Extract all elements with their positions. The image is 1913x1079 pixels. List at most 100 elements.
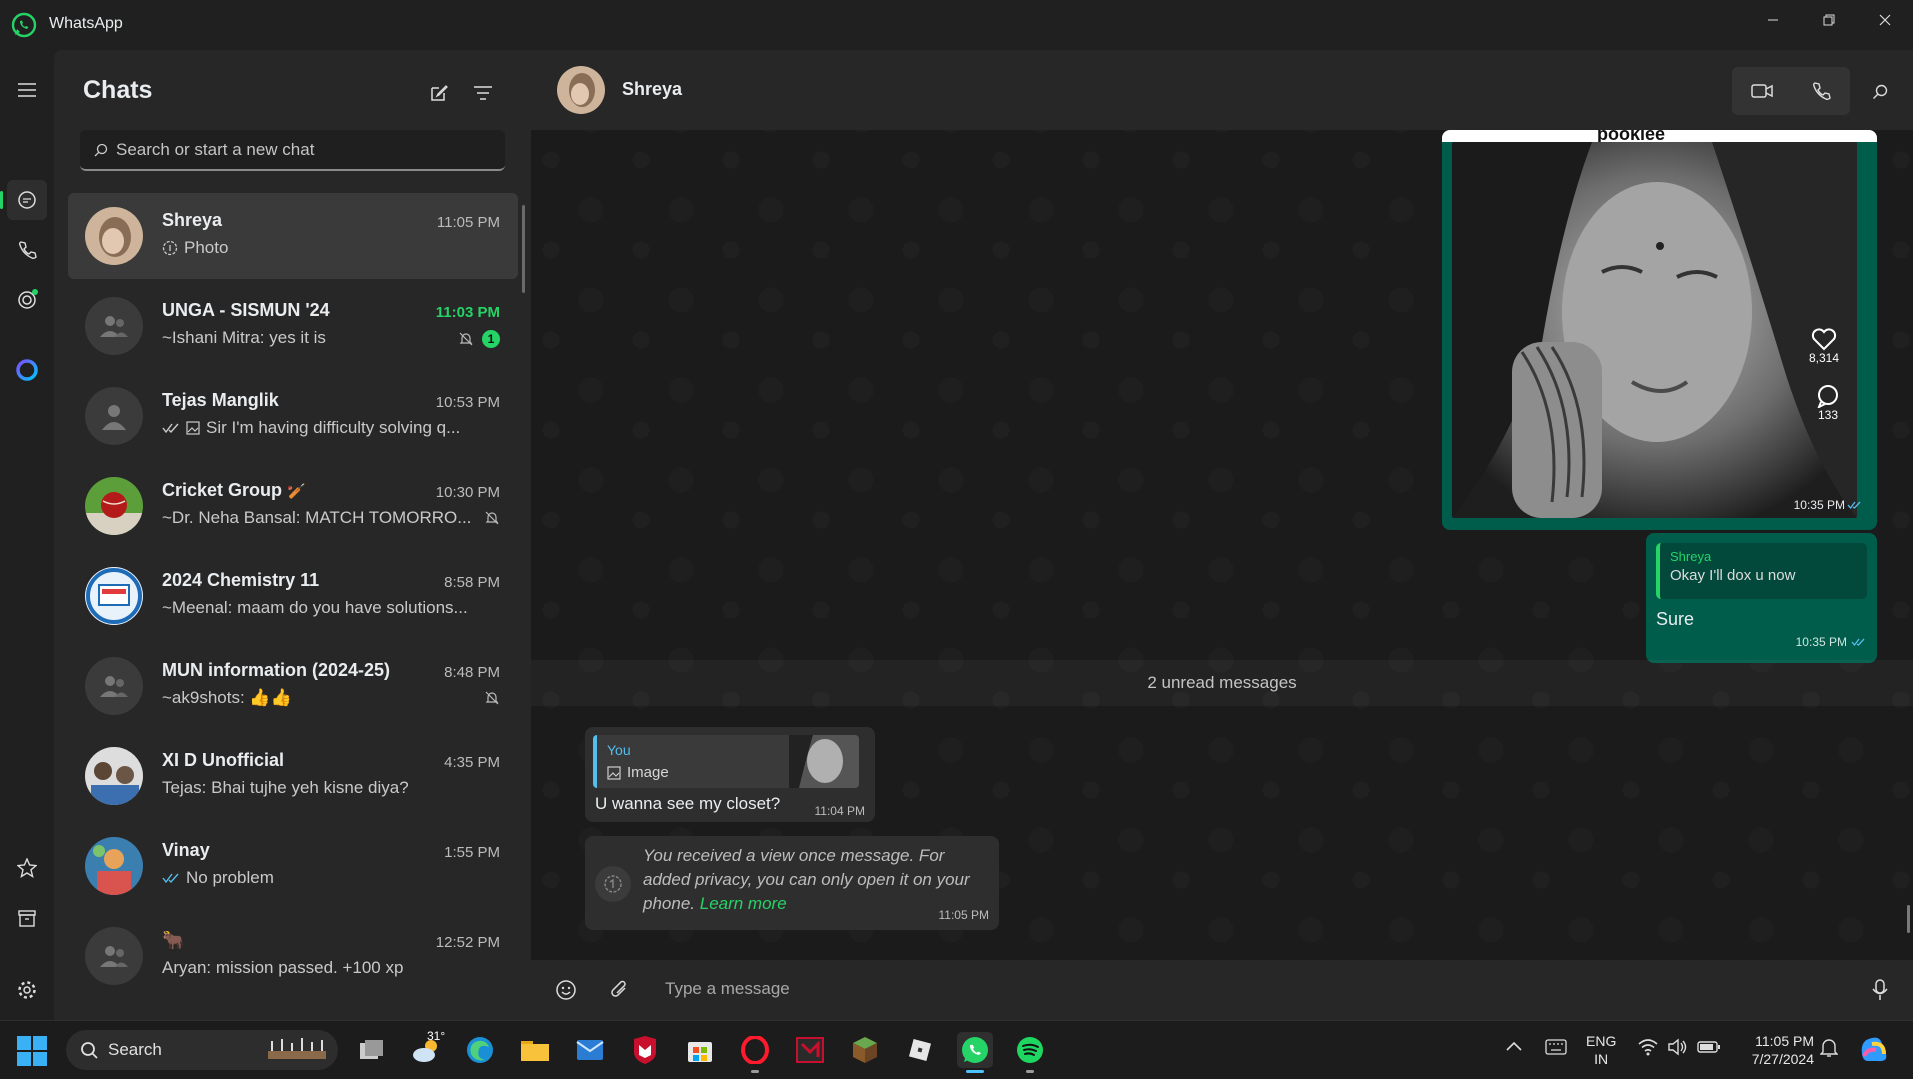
- minimize-button[interactable]: [1744, 0, 1801, 40]
- chat-list-scrollbar[interactable]: [522, 205, 525, 293]
- contact-avatar[interactable]: [557, 66, 605, 114]
- chat-item[interactable]: UNGA - SISMUN '24 11:03 PM ~Ishani Mitra…: [68, 283, 518, 369]
- chat-item[interactable]: XI D Unofficial 4:35 PM Tejas: Bhai tujh…: [68, 733, 518, 819]
- clock-date: 7/27/2024: [1751, 1051, 1814, 1067]
- chat-item[interactable]: Shreya 11:05 PM Photo: [68, 193, 518, 279]
- chat-item[interactable]: Cricket Group 🏏 10:30 PM ~Dr. Neha Bansa…: [68, 463, 518, 549]
- contact-name[interactable]: Shreya: [622, 79, 682, 100]
- message-time-row: 10:35 PM: [1796, 635, 1867, 649]
- chat-item[interactable]: Tejas Manglik 10:53 PM Sir I'm having di…: [68, 373, 518, 459]
- wifi-icon[interactable]: [1638, 1038, 1658, 1056]
- chat-preview-text: Aryan: mission passed. +100 xp: [162, 958, 404, 977]
- app-title: WhatsApp: [49, 15, 123, 32]
- search-placeholder: Search or start a new chat: [116, 139, 315, 159]
- chat-time: 8:58 PM: [444, 574, 500, 591]
- emoji-icon[interactable]: [551, 975, 581, 1005]
- search-input[interactable]: Search or start a new chat: [80, 130, 505, 171]
- whatsapp-taskbar-icon[interactable]: [957, 1032, 993, 1073]
- view-once-message[interactable]: You received a view once message. For ad…: [585, 836, 999, 930]
- nav-rail: [0, 50, 54, 1053]
- conversation-scrollbar[interactable]: [1907, 905, 1910, 933]
- conversation-header[interactable]: Shreya: [531, 50, 1913, 130]
- opera-icon[interactable]: [737, 1032, 773, 1073]
- learn-more-link[interactable]: Learn more: [700, 894, 787, 913]
- chat-name: Cricket Group 🏏: [162, 480, 306, 500]
- chat-name: XI D Unofficial: [162, 750, 285, 770]
- notification-bell-icon[interactable]: [1820, 1038, 1838, 1058]
- chat-preview-text: ~Ishani Mitra: yes it is: [162, 328, 326, 347]
- chat-item[interactable]: 🐂 12:52 PM Aryan: mission passed. +100 x…: [68, 913, 518, 999]
- spotify-icon[interactable]: [1012, 1032, 1048, 1073]
- voice-call-icon[interactable]: [1791, 67, 1850, 115]
- video-call-icon[interactable]: [1732, 67, 1791, 115]
- filter-icon[interactable]: [468, 78, 498, 108]
- restore-button[interactable]: [1800, 0, 1857, 40]
- group-avatar-icon: [85, 657, 143, 715]
- volume-icon[interactable]: [1667, 1038, 1687, 1056]
- language-indicator[interactable]: ENG IN: [1586, 1032, 1616, 1068]
- chat-item[interactable]: MUN information (2024-25) 8:48 PM ~ak9sh…: [68, 643, 518, 729]
- chat-preview-text: No problem: [186, 868, 274, 887]
- file-explorer-icon[interactable]: [517, 1032, 553, 1068]
- running-indicator: [1026, 1070, 1034, 1073]
- photo[interactable]: 8,314 133: [1452, 142, 1857, 518]
- quoted-author: You: [607, 742, 631, 758]
- starred-icon[interactable]: [7, 848, 47, 888]
- chat-time: 12:52 PM: [435, 934, 500, 951]
- menu-icon[interactable]: [7, 70, 47, 110]
- new-chat-icon[interactable]: [424, 78, 454, 108]
- composer: Type a message: [531, 960, 1913, 1020]
- chat-preview: No problem: [162, 868, 482, 888]
- message-input[interactable]: Type a message: [665, 979, 790, 999]
- windows-start-icon[interactable]: [17, 1036, 47, 1066]
- chat-name: Shreya: [162, 210, 223, 230]
- active-indicator: [0, 191, 3, 209]
- copilot-icon[interactable]: [1858, 1034, 1890, 1064]
- attach-icon[interactable]: [605, 975, 635, 1005]
- chat-name: 2024 Chemistry 11: [162, 570, 320, 590]
- chat-item[interactable]: 2024 Chemistry 11 8:58 PM ~Meenal: maam …: [68, 553, 518, 639]
- mcafee-app-icon[interactable]: [792, 1032, 828, 1068]
- roblox-icon[interactable]: [902, 1032, 938, 1068]
- chat-name: Vinay: [162, 840, 210, 860]
- taskbar-search[interactable]: Search: [66, 1030, 338, 1070]
- quoted-message[interactable]: You Image: [593, 735, 859, 788]
- keyboard-icon[interactable]: [1545, 1039, 1567, 1055]
- comments-count: 133: [1817, 408, 1839, 422]
- edge-icon[interactable]: [462, 1032, 498, 1068]
- meta-ai-icon[interactable]: [7, 350, 47, 390]
- battery-icon[interactable]: [1697, 1039, 1721, 1055]
- chat-time: 10:53 PM: [435, 394, 500, 411]
- microphone-icon[interactable]: [1865, 975, 1895, 1005]
- chat-preview-text: ~Meenal: maam do you have solutions...: [162, 598, 468, 617]
- outgoing-message[interactable]: Shreya Okay I'll dox u now Sure 10:35 PM: [1646, 533, 1877, 663]
- search-in-chat-icon[interactable]: [1863, 75, 1897, 109]
- incoming-message[interactable]: You Image U wanna see my closet? 11:04 P…: [585, 727, 875, 822]
- search-icon: [80, 1041, 98, 1059]
- quoted-text: Okay I'll dox u now: [1670, 567, 1796, 584]
- close-button[interactable]: [1856, 0, 1913, 40]
- settings-icon[interactable]: [7, 970, 47, 1010]
- chat-preview-text: Tejas: Bhai tujhe yeh kisne diya?: [162, 778, 409, 797]
- microsoft-store-icon[interactable]: [682, 1032, 718, 1068]
- archive-icon[interactable]: [7, 898, 47, 938]
- likes-stat: 8,314: [1809, 327, 1839, 365]
- clock[interactable]: 11:05 PM 7/27/2024: [1742, 1032, 1814, 1068]
- image-message[interactable]: pookiee 8,314 133 10:35 PM: [1442, 130, 1877, 530]
- mcafee-icon[interactable]: [627, 1032, 663, 1068]
- message-time: 11:05 PM: [938, 908, 989, 922]
- title-bar: WhatsApp: [0, 0, 1913, 50]
- message-text: U wanna see my closet?: [595, 794, 781, 813]
- task-view-icon[interactable]: [354, 1032, 390, 1068]
- minecraft-icon[interactable]: [847, 1032, 883, 1068]
- quoted-message[interactable]: Shreya Okay I'll dox u now: [1656, 543, 1867, 599]
- status-icon[interactable]: [7, 280, 47, 320]
- mail-icon[interactable]: [572, 1032, 608, 1068]
- chat-item[interactable]: Vinay 1:55 PM No problem: [68, 823, 518, 909]
- calls-icon[interactable]: [7, 230, 47, 270]
- chat-preview-text: Sir I'm having difficulty solving q...: [206, 418, 461, 437]
- avatar: [85, 207, 143, 265]
- show-hidden-icons[interactable]: [1506, 1041, 1522, 1051]
- chats-icon[interactable]: [7, 180, 47, 220]
- message-time: 10:35 PM: [1793, 498, 1845, 512]
